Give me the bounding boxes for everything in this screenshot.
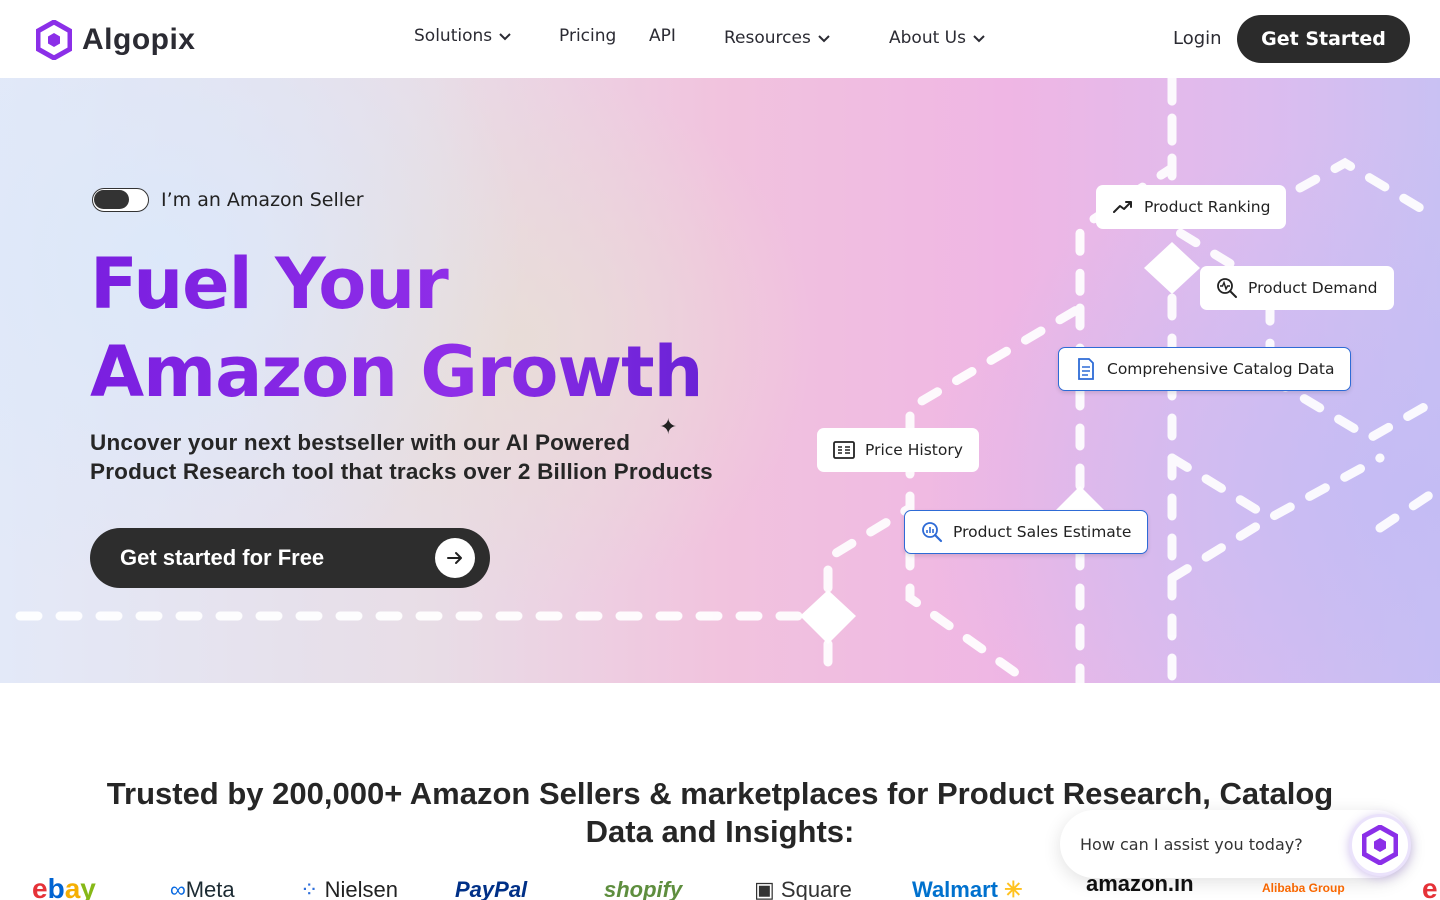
analytics-search-icon <box>921 521 943 543</box>
trending-up-icon <box>1112 196 1134 218</box>
nav-pricing[interactable]: Pricing <box>559 26 616 46</box>
login-link[interactable]: Login <box>1173 28 1222 49</box>
nav-solutions[interactable]: Solutions <box>414 26 512 46</box>
feature-label: Comprehensive Catalog Data <box>1107 360 1335 378</box>
logo-ebay: ebay <box>32 875 96 900</box>
brand-name: Algopix <box>82 23 196 56</box>
toggle-knob <box>94 190 129 209</box>
logo-nielsen: ⁘ Nielsen <box>300 877 398 900</box>
logo-amazon-in-text: amazon.in <box>1086 875 1194 896</box>
chat-launcher-button[interactable] <box>1349 814 1411 876</box>
feature-label: Price History <box>865 441 963 459</box>
nav-resources-label: Resources <box>724 28 811 48</box>
brand-logo[interactable]: Algopix <box>36 20 196 60</box>
toggle-label: I’m an Amazon Seller <box>161 189 364 211</box>
logo-walmart-text: Walmart <box>912 877 998 900</box>
chat-hexagon-icon <box>1362 825 1398 865</box>
trusted-title-line-1: Trusted by 200,000+ Amazon Sellers & mar… <box>106 776 1334 811</box>
logo-meta: ∞Meta <box>170 877 235 900</box>
nav-resources[interactable]: Resources <box>724 28 831 48</box>
logo-meta-text: Meta <box>185 877 235 900</box>
logo-amazon-in: amazon.in <box>1086 875 1194 897</box>
chat-prompt-text: How can I assist you today? <box>1080 834 1303 854</box>
feature-product-sales-estimate: Product Sales Estimate <box>904 510 1149 554</box>
amazon-seller-toggle[interactable] <box>92 188 149 212</box>
arrow-right-icon <box>435 538 475 578</box>
nav-pricing-label: Pricing <box>559 26 617 46</box>
nav-about-us[interactable]: About Us <box>889 28 986 48</box>
logo-nielsen-text: Nielsen <box>324 877 398 900</box>
logo-alibaba: Alibaba Group <box>1262 881 1345 895</box>
logo-square-text: Square <box>780 877 852 900</box>
logo-square: ▣ Square <box>754 877 852 900</box>
logo-partial-text: e <box>1422 875 1438 900</box>
price-tag-icon <box>833 439 855 461</box>
hero-section: I’m an Amazon Seller Fuel Your Amazon Gr… <box>0 78 1440 683</box>
logo-alibaba-text: Alibaba Group <box>1262 881 1345 895</box>
feature-price-history: Price History <box>817 428 979 472</box>
logo-paypal: PayPal <box>455 877 527 900</box>
headline-line-1: Fuel Your <box>90 243 448 325</box>
feature-label: Product Ranking <box>1144 198 1271 216</box>
chevron-down-icon <box>973 35 985 43</box>
feature-product-demand: Product Demand <box>1200 266 1394 310</box>
hexagon-logo-icon <box>36 20 72 60</box>
demand-search-icon <box>1216 277 1238 299</box>
logo-walmart: Walmart ✳ <box>912 877 1023 900</box>
logo-shopify-text: shopify <box>604 877 683 900</box>
feature-product-ranking: Product Ranking <box>1096 185 1287 229</box>
feature-comprehensive-catalog-data: Comprehensive Catalog Data <box>1058 347 1352 391</box>
feature-label: Product Sales Estimate <box>953 523 1132 541</box>
hero-subtext: Uncover your next bestseller with our AI… <box>90 428 790 486</box>
get-started-button[interactable]: Get Started <box>1237 15 1410 63</box>
chevron-down-icon <box>818 35 830 43</box>
headline-line-2: Amazon Growth <box>90 331 703 413</box>
logo-paypal-text: PayPal <box>455 877 528 900</box>
feature-label: Product Demand <box>1248 279 1378 297</box>
subtext-line-1: Uncover your next bestseller with our AI… <box>90 430 631 455</box>
nav-solutions-label: Solutions <box>414 26 493 46</box>
partner-logos-strip: ebay ∞Meta ⁘ Nielsen PayPal shopify ▣ Sq… <box>0 875 1440 900</box>
nav-about-us-label: About Us <box>889 28 966 48</box>
get-started-free-button[interactable]: Get started for Free <box>90 528 490 588</box>
logo-partial: e <box>1422 875 1438 900</box>
logo-shopify: shopify <box>604 877 682 900</box>
hero-headline: Fuel Your Amazon Growth <box>90 240 702 416</box>
nav-api[interactable]: API <box>649 26 676 46</box>
nav-api-label: API <box>649 26 676 46</box>
top-navigation: Algopix Solutions Pricing API Resources … <box>0 0 1440 78</box>
chevron-down-icon <box>499 33 511 41</box>
seller-toggle-row: I’m an Amazon Seller <box>92 188 364 212</box>
document-icon <box>1075 358 1097 380</box>
cta-label: Get started for Free <box>120 545 325 570</box>
subtext-line-2: Product Research tool that tracks over 2… <box>90 459 713 484</box>
